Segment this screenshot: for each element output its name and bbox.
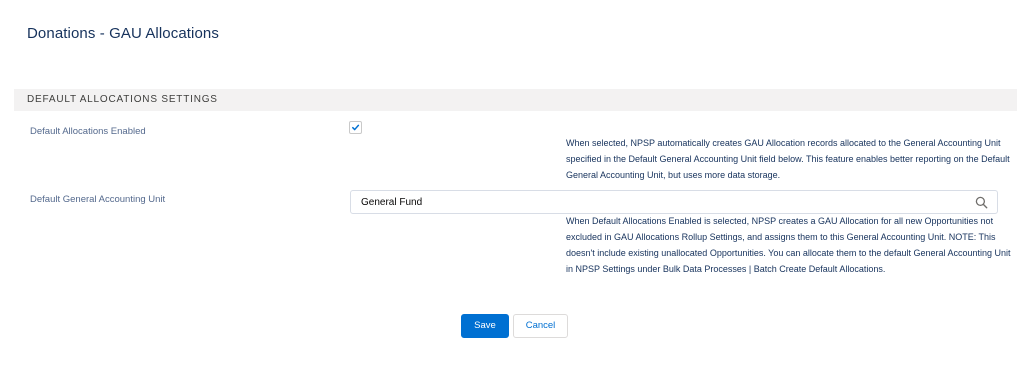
default-gau-lookup-input[interactable]: General Fund xyxy=(350,190,998,214)
checkmark-icon xyxy=(352,124,360,131)
page-title: Donations - GAU Allocations xyxy=(27,25,219,42)
default-gau-label: Default General Accounting Unit xyxy=(30,194,166,205)
default-gau-help: When Default Allocations Enabled is sele… xyxy=(566,216,1011,274)
default-allocations-enabled-checkbox[interactable] xyxy=(349,121,362,134)
save-button[interactable]: Save xyxy=(461,314,509,338)
section-header-label: DEFAULT ALLOCATIONS SETTINGS xyxy=(27,94,218,105)
settings-page: Donations - GAU Allocations DEFAULT ALLO… xyxy=(0,0,1024,378)
cancel-button[interactable]: Cancel xyxy=(513,314,568,338)
section-header: DEFAULT ALLOCATIONS SETTINGS xyxy=(14,89,1017,111)
default-allocations-enabled-help: When selected, NPSP automatically create… xyxy=(566,138,1010,180)
default-allocations-enabled-label: Default Allocations Enabled xyxy=(30,126,146,137)
search-icon[interactable] xyxy=(975,196,988,209)
default-gau-value: General Fund xyxy=(361,197,423,208)
